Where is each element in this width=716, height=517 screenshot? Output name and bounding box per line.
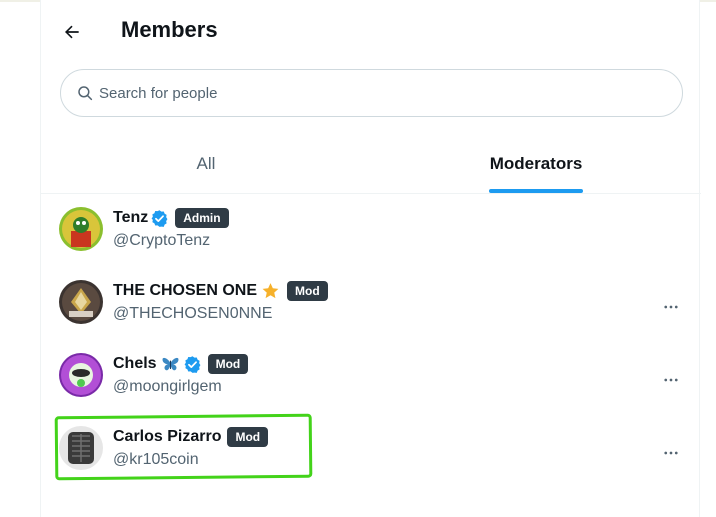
back-button[interactable] [55,15,89,49]
member-row-tenz[interactable]: Tenz Admin @CryptoTenz [41,195,701,268]
member-name[interactable]: Chels [113,355,157,373]
member-name[interactable]: Tenz [113,209,148,227]
more-dots-icon [664,451,678,455]
tab-all[interactable]: All [41,132,371,193]
tab-moderators[interactable]: Moderators [371,132,701,193]
role-badge: Mod [287,281,328,301]
more-options-button[interactable] [654,436,688,470]
member-name[interactable]: THE CHOSEN ONE [113,282,257,300]
more-dots-icon [664,305,678,309]
more-options-button[interactable] [654,290,688,324]
member-row-carlos-pizarro[interactable]: Carlos Pizarro Mod @kr105coin [41,414,701,487]
search-icon [78,86,93,101]
star-icon [262,283,279,299]
member-row-chels[interactable]: Chels Mod @moongirlgem [41,341,701,414]
member-handle[interactable]: @THECHOSEN0NNE [113,305,272,323]
verified-badge-icon [151,209,168,227]
member-row-the-chosen-one[interactable]: THE CHOSEN ONE Mod @THECHOSEN0NNE [41,268,701,341]
member-handle[interactable]: @kr105coin [113,451,199,469]
role-badge: Mod [207,354,249,374]
verified-badge-icon [184,355,200,373]
avatar[interactable] [59,426,103,470]
header: Members [41,0,701,62]
active-tab-indicator [489,189,583,193]
member-name[interactable]: Carlos Pizarro [113,428,221,446]
member-name-line: Chels Mod [113,353,249,375]
page-title: Members [121,17,218,42]
avatar[interactable] [59,207,103,251]
role-badge: Admin [175,208,229,228]
member-name-line: THE CHOSEN ONE Mod [113,280,328,302]
arrow-left-icon [65,25,79,39]
more-dots-icon [664,378,678,382]
butterfly-icon [162,357,179,371]
tab-bar: All Moderators [41,132,701,194]
avatar[interactable] [59,280,103,324]
tab-moderators-label: Moderators [489,154,583,173]
member-handle[interactable]: @CryptoTenz [113,232,210,250]
search-bar[interactable] [60,69,683,117]
avatar[interactable] [59,353,103,397]
search-input[interactable] [99,84,659,102]
member-handle[interactable]: @moongirlgem [113,378,222,396]
member-name-line: Carlos Pizarro Mod [113,426,269,448]
members-panel: Members All Moderators [40,0,701,517]
member-list: Tenz Admin @CryptoTenz THE CHOSEN ONE Mo… [41,195,701,487]
tab-all-label: All [196,154,216,173]
role-badge: Mod [227,427,269,447]
member-name-line: Tenz Admin [113,207,229,229]
more-options-button[interactable] [654,363,688,397]
